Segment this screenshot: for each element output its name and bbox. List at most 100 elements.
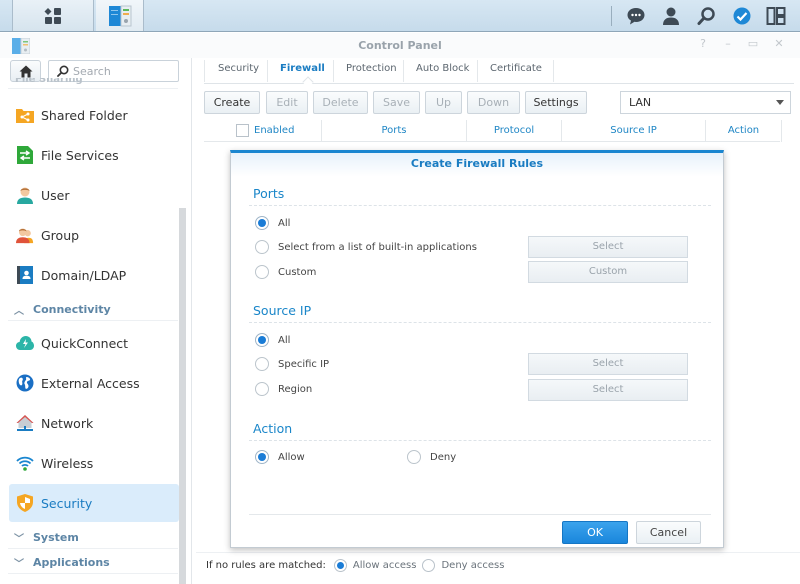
dialog-footer-divider — [249, 514, 711, 515]
save-button[interactable]: Save — [373, 91, 420, 114]
column-ports[interactable]: Ports — [322, 120, 467, 142]
action-allow-option[interactable]: Allow — [255, 449, 305, 465]
sidebar-divider — [8, 320, 178, 321]
dashboard-icon — [733, 7, 751, 24]
source-region-option[interactable]: Region — [255, 381, 312, 397]
sidebar-scrollbar[interactable] — [179, 208, 186, 584]
deny-access-label[interactable]: Deny access — [441, 560, 504, 571]
create-button[interactable]: Create — [204, 91, 260, 114]
sidebar-group-file-sharing[interactable]: File Sharing — [15, 78, 83, 86]
sidebar-search-input[interactable] — [73, 64, 173, 78]
sidebar-item-shared-folder[interactable]: Shared Folder — [9, 96, 179, 134]
sidebar-item-file-services[interactable]: File Services — [9, 136, 179, 174]
tab-bar: Security Firewall Protection Auto Block … — [204, 58, 794, 88]
notifications-button[interactable] — [620, 0, 652, 31]
tab-auto-block[interactable]: Auto Block — [416, 63, 469, 79]
sidebar-item-external-access[interactable]: External Access — [9, 364, 179, 402]
tab-separator — [333, 60, 334, 82]
ok-button[interactable]: OK — [562, 521, 628, 544]
option-label: Custom — [278, 266, 317, 278]
sidebar-item-network[interactable]: Network — [9, 404, 179, 442]
ports-all-option[interactable]: All — [255, 215, 290, 231]
cancel-button[interactable]: Cancel — [636, 521, 701, 544]
column-label: Enabled — [254, 125, 295, 136]
sidebar-item-quickconnect[interactable]: QuickConnect — [9, 324, 179, 362]
tab-protection[interactable]: Protection — [346, 63, 397, 79]
sidebar-item-group[interactable]: Group — [9, 216, 179, 254]
delete-button[interactable]: Delete — [313, 91, 368, 114]
option-label: Allow — [278, 451, 305, 463]
main-menu-button[interactable] — [12, 0, 94, 31]
external-access-icon — [16, 374, 34, 392]
edit-button[interactable]: Edit — [266, 91, 308, 114]
search-icon — [697, 6, 715, 25]
source-ip-section-title: Source IP — [253, 303, 312, 318]
sidebar-item-label: External Access — [41, 375, 140, 391]
taskbar — [0, 0, 800, 32]
minimize-button[interactable]: – — [720, 37, 736, 50]
source-all-option[interactable]: All — [255, 332, 290, 348]
sidebar-item-wireless[interactable]: Wireless — [9, 444, 179, 482]
ports-builtin-option[interactable]: Select from a list of built-in applicati… — [255, 239, 477, 255]
ports-builtin-radio[interactable] — [255, 240, 269, 254]
source-region-radio[interactable] — [255, 382, 269, 396]
deny-access-radio[interactable] — [422, 559, 436, 572]
option-label: Specific IP — [278, 358, 330, 370]
action-allow-radio[interactable] — [255, 450, 269, 464]
ports-select-button[interactable]: Select — [528, 236, 688, 258]
tab-firewall[interactable]: Firewall — [280, 63, 325, 79]
ports-section-title: Ports — [253, 186, 285, 201]
specific-ip-select-button[interactable]: Select — [528, 353, 688, 375]
select-all-checkbox[interactable] — [236, 124, 249, 137]
chevron-down-icon: ﹀ — [14, 533, 24, 545]
down-button[interactable]: Down — [467, 91, 520, 114]
sidebar-group-applications[interactable]: ﹀ Applications — [14, 552, 110, 572]
maximize-button[interactable]: ▭ — [745, 37, 761, 50]
source-all-radio[interactable] — [255, 333, 269, 347]
sidebar-item-security[interactable]: Security — [9, 484, 179, 522]
column-source-ip[interactable]: Source IP — [562, 120, 706, 142]
column-action[interactable]: Action — [706, 120, 782, 142]
search-button[interactable] — [690, 0, 722, 31]
tab-security[interactable]: Security — [218, 63, 259, 79]
action-deny-radio[interactable] — [407, 450, 421, 464]
allow-access-radio[interactable] — [333, 559, 347, 572]
tab-certificate[interactable]: Certificate — [490, 63, 542, 79]
network-icon — [16, 414, 34, 432]
source-specific-ip-option[interactable]: Specific IP — [255, 356, 329, 372]
ports-custom-button[interactable]: Custom — [528, 261, 688, 283]
help-button[interactable]: ? — [695, 37, 711, 50]
widgets-button[interactable] — [760, 0, 792, 31]
sidebar-group-connectivity[interactable]: ︿ Connectivity — [14, 299, 111, 319]
quickconnect-icon — [16, 334, 34, 352]
sidebar-item-label: Security — [41, 495, 93, 511]
dashboard-button[interactable] — [726, 0, 758, 31]
up-button[interactable]: Up — [425, 91, 462, 114]
allow-access-label[interactable]: Allow access — [353, 560, 417, 571]
region-select-button[interactable]: Select — [528, 379, 688, 401]
user-menu-button[interactable] — [655, 0, 687, 31]
tab-separator — [267, 60, 268, 82]
settings-button[interactable]: Settings — [525, 91, 587, 114]
option-label: Select from a list of built-in applicati… — [278, 241, 477, 253]
ports-custom-option[interactable]: Custom — [255, 264, 316, 280]
sidebar-divider — [8, 548, 178, 549]
sidebar-item-domain-ldap[interactable]: Domain/LDAP — [9, 256, 179, 294]
action-deny-option[interactable]: Deny — [407, 449, 456, 465]
sidebar-group-system[interactable]: ﹀ System — [14, 527, 79, 547]
column-enabled[interactable]: Enabled — [204, 120, 322, 142]
sidebar-item-label: QuickConnect — [41, 335, 129, 351]
tab-separator — [477, 60, 478, 82]
close-button[interactable]: ✕ — [771, 37, 787, 50]
interface-select[interactable]: LAN — [620, 91, 791, 114]
control-panel-icon — [108, 5, 131, 26]
column-protocol[interactable]: Protocol — [467, 120, 562, 142]
default-policy-label: If no rules are matched: — [206, 560, 326, 571]
source-specific-ip-radio[interactable] — [255, 357, 269, 371]
ports-all-radio[interactable] — [255, 216, 269, 230]
user-icon — [663, 7, 679, 25]
wireless-icon — [16, 454, 34, 472]
ports-custom-radio[interactable] — [255, 265, 269, 279]
sidebar-item-user[interactable]: User — [9, 176, 179, 214]
taskbar-control-panel[interactable] — [96, 0, 144, 31]
